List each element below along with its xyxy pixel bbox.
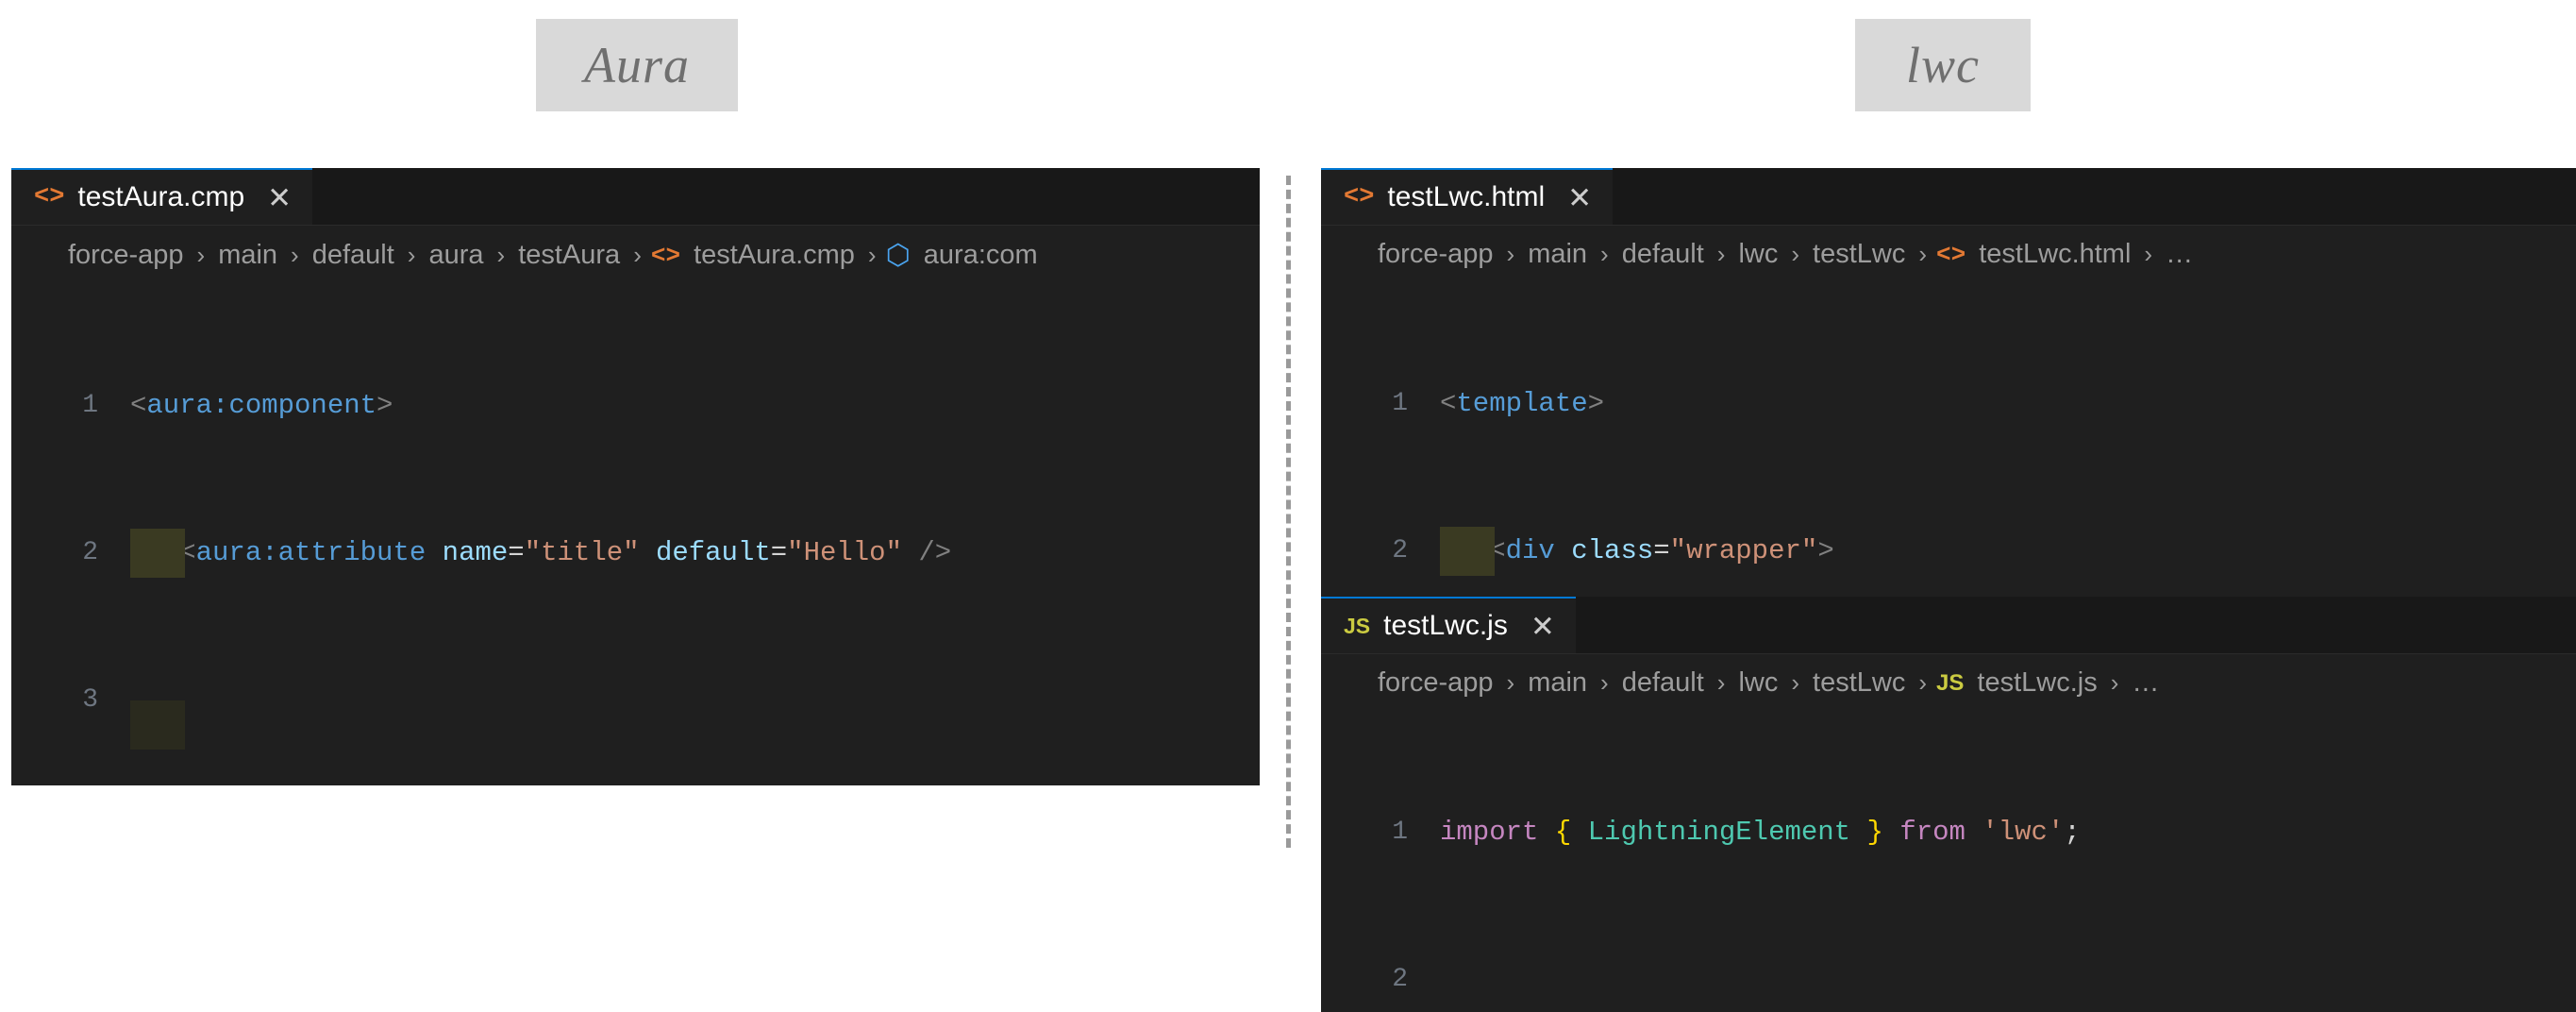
- chevron-right-icon: ›: [291, 241, 299, 269]
- chevron-right-icon: ›: [1716, 668, 1726, 697]
- tab-testLwc-html[interactable]: <> testLwc.html ✕: [1321, 168, 1614, 225]
- lwc-label-text: lwc: [1906, 37, 1980, 93]
- breadcrumb-segment[interactable]: default: [1622, 667, 1704, 699]
- column-divider: [1286, 176, 1291, 848]
- tab-testAura-cmp[interactable]: <> testAura.cmp ✕: [11, 168, 313, 225]
- chevron-right-icon: ›: [1791, 668, 1800, 697]
- breadcrumb-segment[interactable]: force-app: [1378, 239, 1494, 270]
- cube-icon: ⬡: [885, 240, 911, 271]
- breadcrumb-segment[interactable]: force-app: [1378, 667, 1494, 699]
- code-line: 2 <aura:attribute name="title" default="…: [11, 529, 1260, 578]
- breadcrumb-segment[interactable]: testLwc.html: [1979, 239, 2131, 270]
- breadcrumb-segment[interactable]: force-app: [68, 240, 184, 271]
- tab-label: testLwc.js: [1383, 610, 1508, 641]
- tab-testLwc-js[interactable]: JS testLwc.js ✕: [1321, 597, 1576, 653]
- aura-code-area[interactable]: 1 <aura:component> 2 <aura:attribute nam…: [11, 283, 1260, 785]
- breadcrumb-segment[interactable]: main: [218, 240, 277, 271]
- line-number: 2: [1392, 965, 1408, 994]
- aura-editor-panel: <> testAura.cmp ✕ force-app › main › def…: [11, 168, 1260, 785]
- line-number: 1: [1392, 818, 1408, 847]
- code-line: 1 import { LightningElement } from 'lwc'…: [1321, 808, 2576, 857]
- chevron-right-icon: ›: [1716, 240, 1726, 268]
- close-icon[interactable]: ✕: [267, 183, 292, 212]
- chevron-right-icon: ›: [1506, 240, 1515, 268]
- line-number: 2: [82, 538, 98, 567]
- tab-label: testAura.cmp: [77, 181, 245, 212]
- line-number: 1: [82, 391, 98, 420]
- breadcrumb-segment[interactable]: testAura: [518, 240, 620, 271]
- js-file-icon: JS: [1936, 669, 1965, 696]
- chevron-right-icon: ›: [496, 241, 506, 269]
- breadcrumb-segment[interactable]: testAura.cmp: [694, 240, 855, 271]
- code-line: 1 <aura:component>: [11, 381, 1260, 430]
- tab-label: testLwc.html: [1387, 181, 1546, 212]
- breadcrumb-ellipsis[interactable]: …: [2166, 239, 2193, 270]
- html-code-icon: <>: [34, 183, 65, 211]
- breadcrumb-segment[interactable]: lwc: [1738, 667, 1778, 699]
- aura-column-label: Aura: [536, 19, 738, 111]
- breadcrumb-segment[interactable]: testLwc: [1813, 667, 1905, 699]
- chevron-right-icon: ›: [1600, 668, 1609, 697]
- breadcrumb-segment[interactable]: default: [312, 240, 394, 271]
- code-line: 2 <div class="wrapper">: [1321, 527, 2576, 576]
- html-code-icon: <>: [1344, 183, 1375, 211]
- breadcrumb-segment[interactable]: testLwc.js: [1977, 667, 2097, 699]
- lwc-html-code-area[interactable]: 1 <template> 2 <div class="wrapper"> 3 <…: [1321, 281, 2576, 597]
- chevron-right-icon: ›: [633, 241, 642, 269]
- breadcrumb-ellipsis[interactable]: …: [2132, 667, 2159, 699]
- html-code-icon: <>: [650, 241, 681, 270]
- chevron-right-icon: ›: [867, 241, 877, 269]
- js-file-icon: JS: [1344, 613, 1371, 638]
- line-content: <template>: [1440, 388, 1605, 419]
- lwc-js-editor-panel: JS testLwc.js ✕ force-app › main › defau…: [1321, 597, 2576, 1012]
- code-line: 3: [11, 676, 1260, 750]
- chevron-right-icon: ›: [407, 241, 416, 269]
- chevron-right-icon: ›: [196, 241, 206, 269]
- lwc-html-breadcrumb: force-app › main › default › lwc › testL…: [1321, 226, 2576, 281]
- line-content: <aura:attribute name="title" default="He…: [98, 529, 1260, 578]
- lwc-html-tabbar: <> testLwc.html ✕: [1321, 168, 2576, 226]
- aura-tabbar: <> testAura.cmp ✕: [11, 168, 1260, 226]
- breadcrumb-segment[interactable]: aura:com: [924, 240, 1038, 271]
- chevron-right-icon: ›: [2144, 240, 2153, 268]
- lwc-js-code-area[interactable]: 1 import { LightningElement } from 'lwc'…: [1321, 710, 2576, 1012]
- breadcrumb-segment[interactable]: testLwc: [1813, 239, 1905, 270]
- breadcrumb-segment[interactable]: aura: [428, 240, 483, 271]
- lwc-html-editor-panel: <> testLwc.html ✕ force-app › main › def…: [1321, 168, 2576, 597]
- line-number: 3: [82, 685, 98, 715]
- line-number: 1: [1392, 389, 1408, 418]
- lwc-column-label: lwc: [1855, 19, 2031, 111]
- chevron-right-icon: ›: [1791, 240, 1800, 268]
- code-line: 1 <template>: [1321, 380, 2576, 429]
- chevron-right-icon: ›: [1506, 668, 1515, 697]
- line-content: import { LightningElement } from 'lwc';: [1440, 817, 2081, 848]
- breadcrumb-segment[interactable]: default: [1622, 239, 1704, 270]
- lwc-js-tabbar: JS testLwc.js ✕: [1321, 597, 2576, 654]
- chevron-right-icon: ›: [1600, 240, 1609, 268]
- line-content: <div class="wrapper">: [1408, 527, 2576, 576]
- aura-label-text: Aura: [584, 37, 690, 93]
- aura-breadcrumb: force-app › main › default › aura › test…: [11, 226, 1260, 283]
- close-icon[interactable]: ✕: [1567, 183, 1592, 212]
- breadcrumb-segment[interactable]: main: [1528, 667, 1587, 699]
- breadcrumb-segment[interactable]: main: [1528, 239, 1587, 270]
- line-content: <aura:component>: [130, 390, 393, 421]
- chevron-right-icon: ›: [1918, 240, 1928, 268]
- lwc-js-breadcrumb: force-app › main › default › lwc › testL…: [1321, 654, 2576, 710]
- close-icon[interactable]: ✕: [1531, 612, 1555, 641]
- line-number: 2: [1392, 536, 1408, 565]
- breadcrumb-segment[interactable]: lwc: [1738, 239, 1778, 270]
- html-code-icon: <>: [1936, 240, 1966, 269]
- code-line: 2: [1321, 955, 2576, 1004]
- chevron-right-icon: ›: [2110, 668, 2119, 697]
- chevron-right-icon: ›: [1918, 668, 1928, 697]
